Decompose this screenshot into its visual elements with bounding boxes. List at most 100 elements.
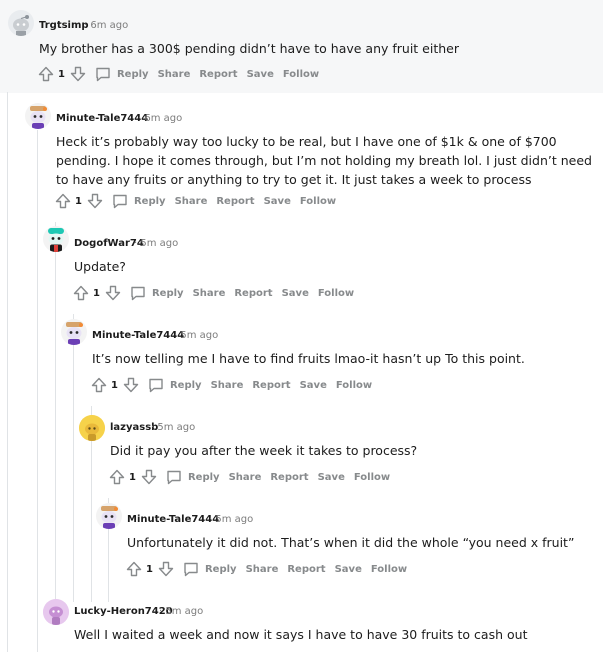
- downvote-button[interactable]: [141, 469, 157, 485]
- reply-button[interactable]: Reply: [148, 377, 202, 393]
- report-button[interactable]: Report: [287, 564, 325, 575]
- reply-label: Reply: [133, 195, 166, 207]
- comment-body: It’s now telling me I have to find fruit…: [92, 351, 525, 366]
- reply-button[interactable]: Reply: [112, 193, 166, 209]
- user-avatar[interactable]: [79, 415, 105, 441]
- reply-button[interactable]: Reply: [95, 66, 149, 82]
- downvote-button[interactable]: [123, 377, 139, 393]
- user-avatar[interactable]: [96, 503, 122, 529]
- share-button[interactable]: Share: [193, 288, 226, 299]
- comment-body: Unfortunately it did not. That’s when it…: [127, 535, 575, 550]
- downvote-arrow-icon: [87, 193, 103, 209]
- report-button[interactable]: Report: [252, 380, 290, 391]
- user-avatar[interactable]: [43, 226, 69, 252]
- comment-bubble-icon: [131, 286, 145, 301]
- upvote-arrow-icon: [109, 469, 125, 485]
- reply-label: Reply: [187, 471, 220, 483]
- comment-actions: 1 Reply Share Report Save Follow: [126, 559, 407, 579]
- user-avatar[interactable]: [8, 10, 34, 36]
- share-button[interactable]: Share: [246, 564, 279, 575]
- upvote-button[interactable]: [126, 561, 142, 577]
- vote-count: 1: [58, 68, 65, 80]
- share-button[interactable]: Share: [211, 380, 244, 391]
- save-button[interactable]: Save: [335, 564, 362, 575]
- comment-author[interactable]: Trgtsimp: [39, 20, 89, 31]
- reply-label: Reply: [204, 563, 237, 575]
- share-button[interactable]: Share: [158, 69, 191, 80]
- downvote-button[interactable]: [70, 66, 86, 82]
- snoo-avatar-purple-hat-icon: [101, 506, 118, 529]
- user-avatar[interactable]: [25, 103, 51, 129]
- reply-button[interactable]: Reply: [130, 285, 184, 301]
- downvote-arrow-icon: [105, 285, 121, 301]
- comment: Minute-Tale7444 · 5m ago It’s now tellin…: [0, 314, 603, 404]
- comment-body: Update?: [74, 259, 126, 274]
- comment-bubble-icon: [113, 194, 127, 209]
- comment-timestamp: · 6m ago: [84, 20, 129, 31]
- report-button[interactable]: Report: [270, 472, 308, 483]
- save-button[interactable]: Save: [282, 288, 309, 299]
- upvote-button[interactable]: [91, 377, 107, 393]
- vote-count: 1: [146, 563, 153, 575]
- follow-button[interactable]: Follow: [318, 288, 354, 299]
- comment-author[interactable]: Minute-Tale7444: [92, 330, 184, 341]
- comment-actions: 1 Reply Share Report Save Follow: [73, 283, 354, 303]
- user-avatar[interactable]: [61, 319, 87, 345]
- save-button[interactable]: Save: [247, 69, 274, 80]
- comment-timestamp: · 5m ago: [174, 330, 219, 341]
- comment-author[interactable]: Lucky-Heron7420: [74, 606, 173, 617]
- follow-button[interactable]: Follow: [371, 564, 407, 575]
- comment-timestamp: · 5m ago: [159, 606, 204, 617]
- comment-bubble-icon: [96, 67, 110, 82]
- report-button[interactable]: Report: [234, 288, 272, 299]
- snoo-avatar-gray-icon: [13, 15, 29, 36]
- downvote-button[interactable]: [87, 193, 103, 209]
- save-button[interactable]: Save: [264, 196, 291, 207]
- comment-timestamp: · 6m ago: [138, 113, 183, 124]
- save-button[interactable]: Save: [300, 380, 327, 391]
- comment-actions: 1 Reply Share Report Save Follow: [55, 191, 336, 211]
- upvote-button[interactable]: [73, 285, 89, 301]
- comment-body: Heck it’s probably way too lucky to be r…: [56, 134, 592, 187]
- vote-count: 1: [75, 195, 82, 207]
- comment-time: 5m ago: [215, 514, 254, 525]
- downvote-arrow-icon: [70, 66, 86, 82]
- comment-actions: 1 Reply Share Report Save Follow: [38, 64, 319, 84]
- reply-label: Reply: [169, 379, 202, 391]
- vote-count: 1: [129, 471, 136, 483]
- upvote-arrow-icon: [38, 66, 54, 82]
- vote-count: 1: [111, 379, 118, 391]
- comment-bubble-icon: [149, 378, 163, 393]
- share-button[interactable]: Share: [229, 472, 262, 483]
- snoo-avatar-teal-icon: [48, 228, 64, 252]
- comment-author[interactable]: Minute-Tale7444: [127, 514, 219, 525]
- comment-actions: 1 Reply Share Report Save Follow: [91, 375, 372, 395]
- comment-time: 5m ago: [165, 606, 204, 617]
- comment-time: 5m ago: [157, 422, 196, 433]
- reply-label: Reply: [151, 287, 184, 299]
- follow-button[interactable]: Follow: [336, 380, 372, 391]
- follow-button[interactable]: Follow: [354, 472, 390, 483]
- reply-button[interactable]: Reply: [166, 469, 220, 485]
- user-avatar[interactable]: [43, 599, 69, 625]
- downvote-button[interactable]: [105, 285, 121, 301]
- share-button[interactable]: Share: [175, 196, 208, 207]
- comment-time: 6m ago: [90, 20, 129, 31]
- comment-author[interactable]: Minute-Tale7444: [56, 113, 148, 124]
- comment-time: 6m ago: [144, 113, 183, 124]
- downvote-arrow-icon: [123, 377, 139, 393]
- upvote-arrow-icon: [91, 377, 107, 393]
- save-button[interactable]: Save: [318, 472, 345, 483]
- follow-button[interactable]: Follow: [283, 69, 319, 80]
- comment: Trgtsimp · 6m ago My brother has a 300$ …: [0, 0, 603, 93]
- comment-actions: 1 Reply Share Report Save Follow: [109, 467, 390, 487]
- downvote-button[interactable]: [158, 561, 174, 577]
- report-button[interactable]: Report: [199, 69, 237, 80]
- upvote-button[interactable]: [109, 469, 125, 485]
- report-button[interactable]: Report: [216, 196, 254, 207]
- upvote-button[interactable]: [38, 66, 54, 82]
- reply-button[interactable]: Reply: [183, 561, 237, 577]
- reply-label: Reply: [116, 68, 149, 80]
- upvote-button[interactable]: [55, 193, 71, 209]
- follow-button[interactable]: Follow: [300, 196, 336, 207]
